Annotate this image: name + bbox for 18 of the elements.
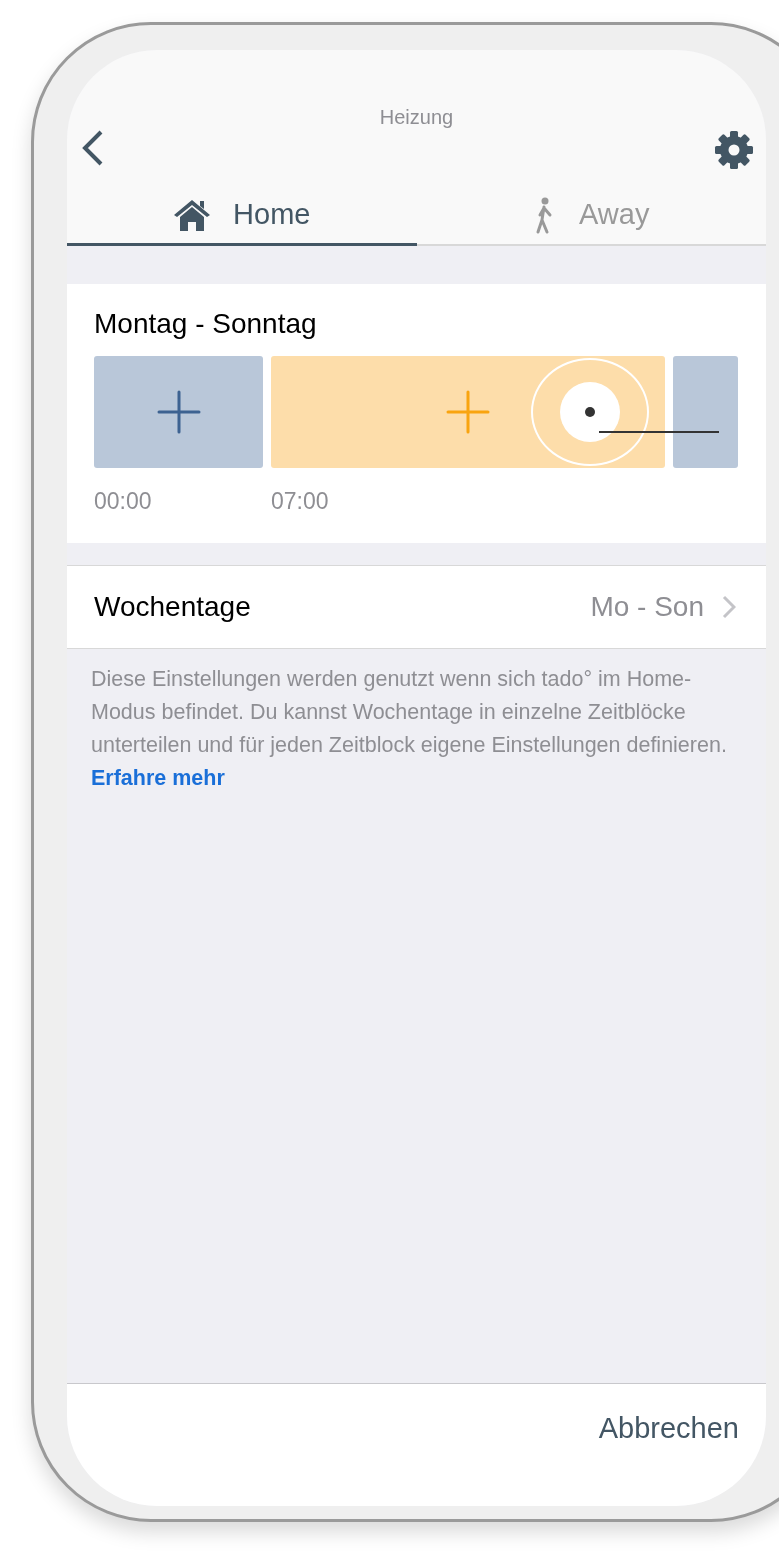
- description-text: Diese Einstellungen werden genutzt wenn sich tado° im Home-Modus befindet. Du kannst Wochentage in einzelne Zeitblöcke unterteilen und für jeden Zeitblock eigene Einstellungen definieren. Erfahre mehr: [91, 666, 728, 792]
- time-label: 07:00: [271, 488, 330, 515]
- screen-title: Heizung: [378, 106, 455, 130]
- home-icon: [173, 197, 212, 232]
- time-block[interactable]: [271, 356, 665, 468]
- mode-tab[interactable]: Home: [67, 186, 417, 246]
- plus-icon: [446, 390, 490, 434]
- drag-handle[interactable]: [531, 358, 649, 466]
- cancel-button[interactable]: Abbrechen: [598, 1406, 739, 1450]
- learn-more-link[interactable]: Erfahre mehr: [91, 766, 225, 790]
- time-block[interactable]: [673, 356, 738, 468]
- chevron-right-icon: [722, 595, 736, 619]
- settings-button[interactable]: [714, 130, 754, 170]
- weekdays-row[interactable]: Wochentage Mo - Son: [67, 565, 766, 649]
- time-label: 00:00: [94, 488, 153, 515]
- plus-icon: [156, 390, 201, 434]
- time-block[interactable]: [94, 356, 263, 468]
- schedule-title: Montag - Sonntag: [94, 308, 318, 340]
